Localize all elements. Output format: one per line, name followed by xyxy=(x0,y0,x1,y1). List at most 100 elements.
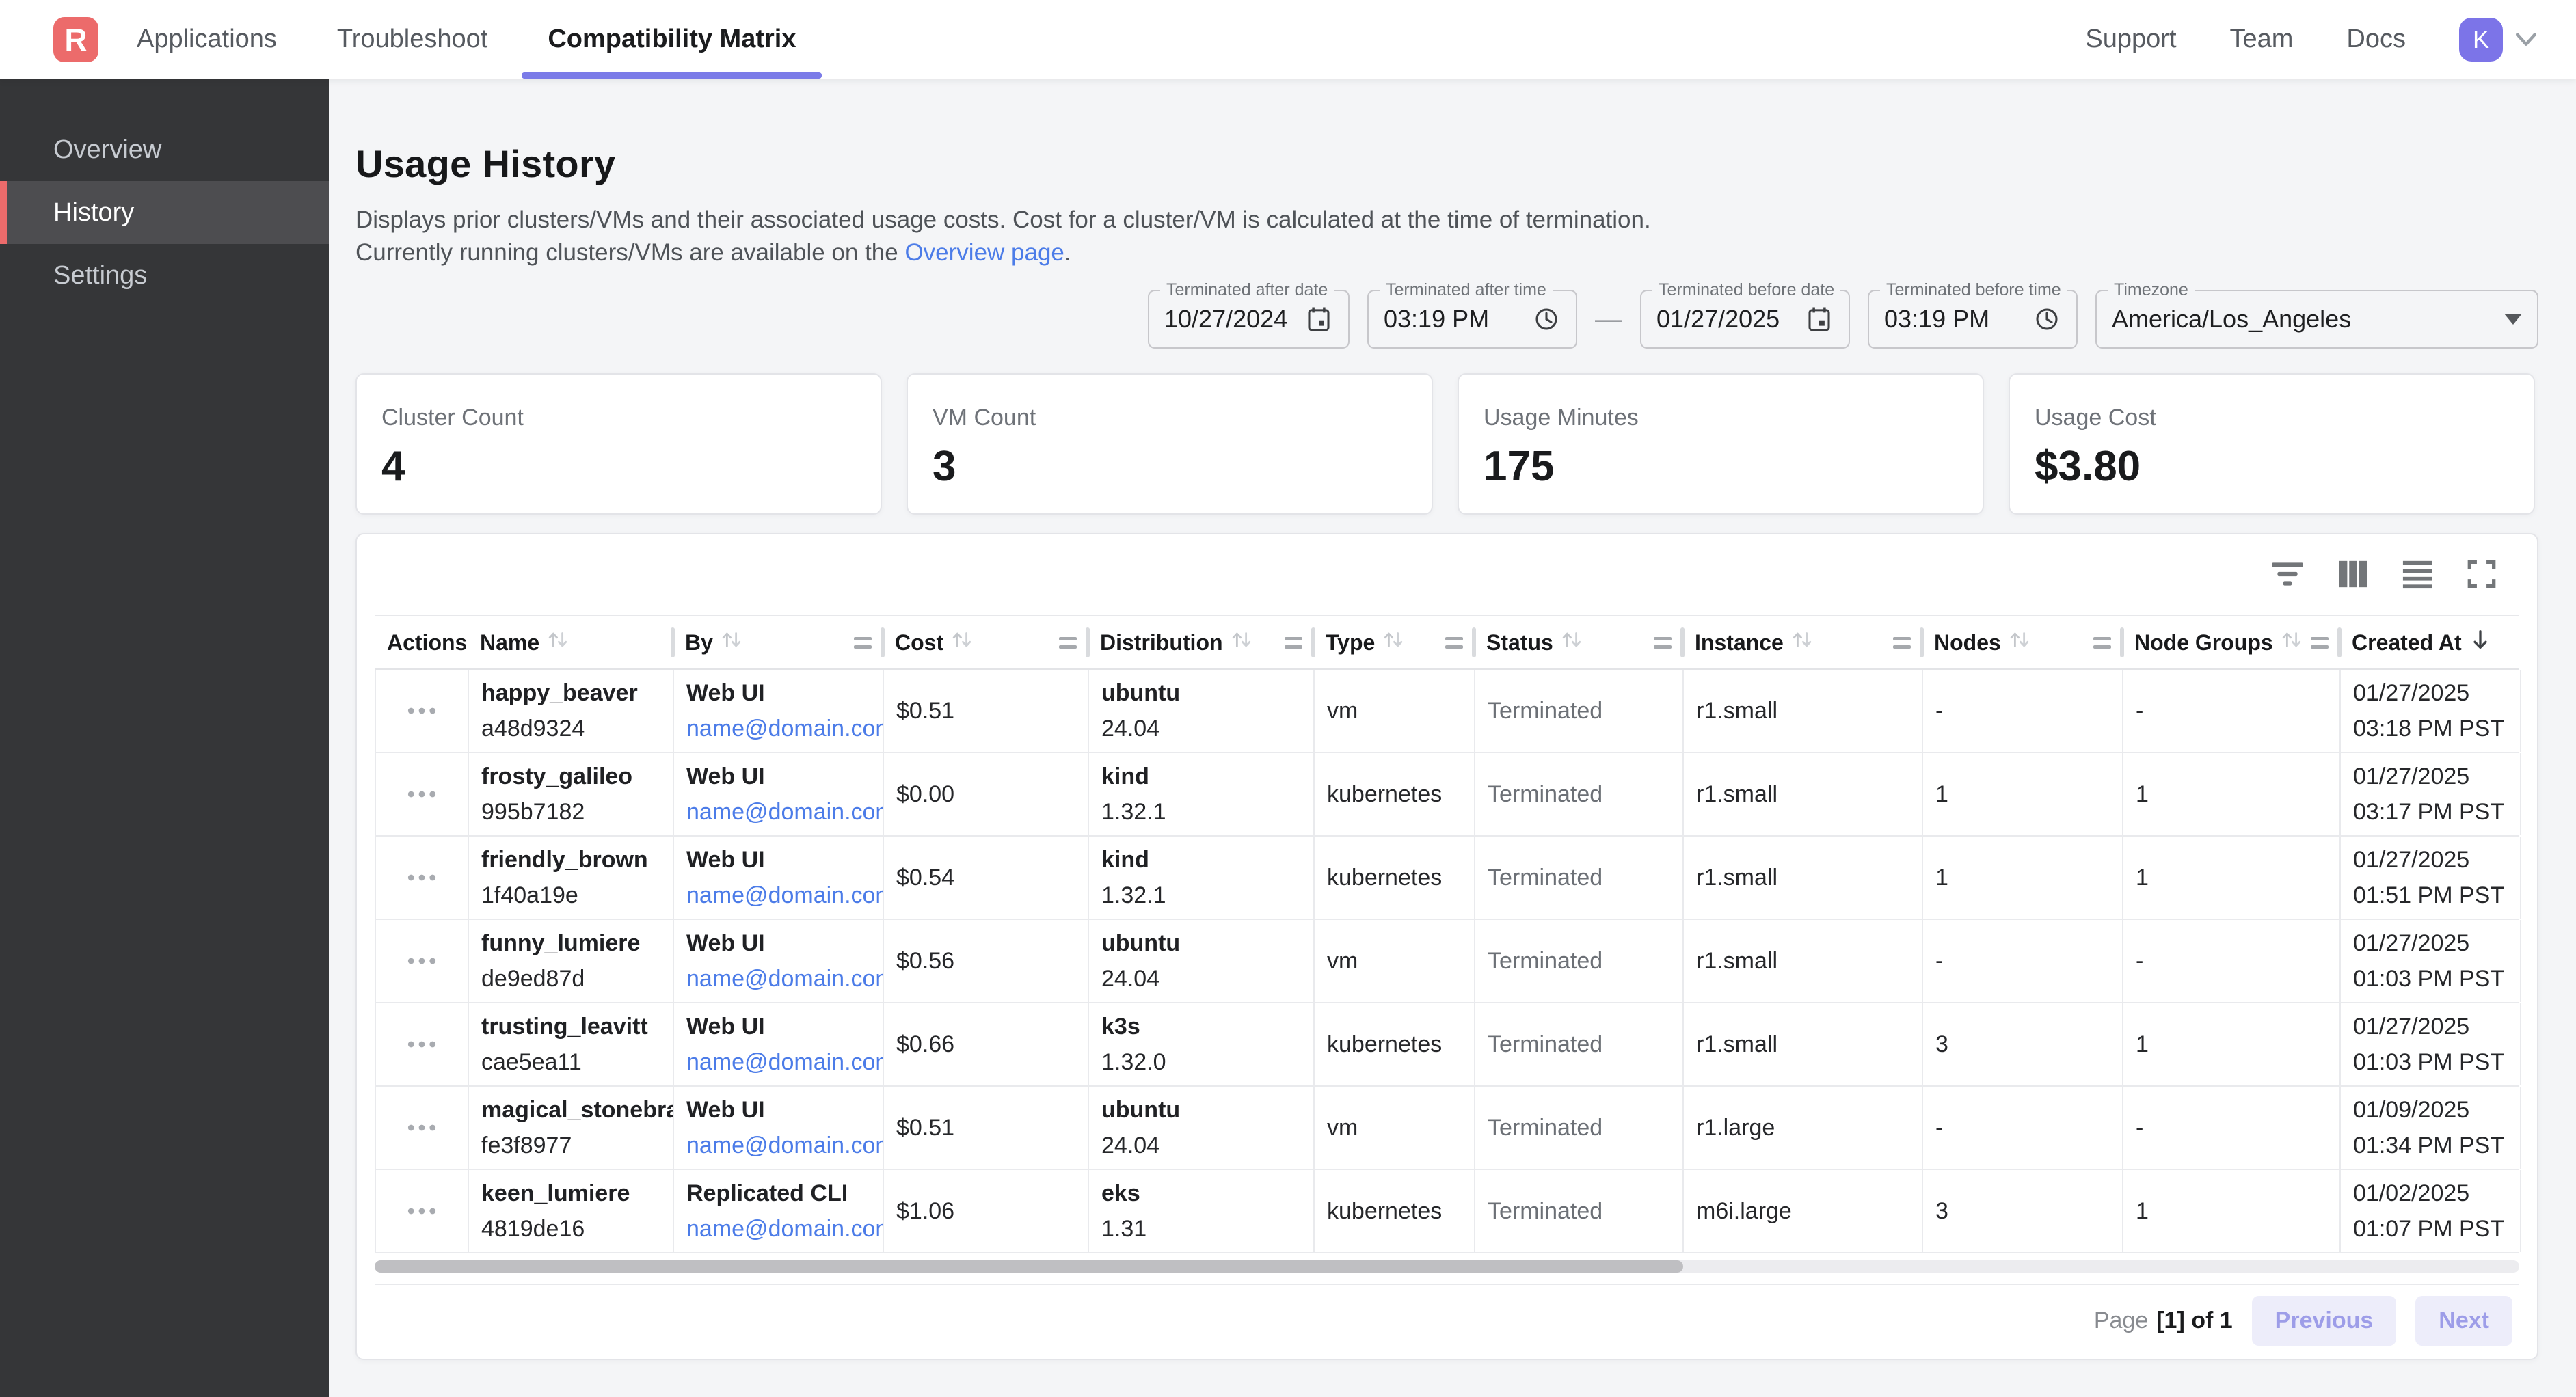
column-header-nodes[interactable]: Nodes xyxy=(1922,616,2122,668)
nav-link-docs[interactable]: Docs xyxy=(2346,25,2406,54)
cell-type: kubernetes xyxy=(1315,837,1475,919)
email-link[interactable]: name@domain.com xyxy=(686,1216,883,1243)
scrollbar-thumb[interactable] xyxy=(375,1260,1683,1273)
row-actions-button[interactable] xyxy=(407,707,436,715)
cell-nodes: - xyxy=(1923,670,2123,752)
terminated-before-time-field[interactable]: Terminated before time03:19 PM xyxy=(1868,290,2078,349)
cell-actions xyxy=(376,1087,469,1169)
dropdown-icon[interactable] xyxy=(2504,314,2522,325)
replicated-logo[interactable]: R xyxy=(53,17,98,62)
column-header-name[interactable]: Name xyxy=(468,616,673,668)
column-header-instance[interactable]: Instance xyxy=(1682,616,1922,668)
column-menu-icon[interactable] xyxy=(854,637,872,649)
column-header-by[interactable]: By xyxy=(673,616,883,668)
cell-distribution: k3s1.32.0 xyxy=(1089,1003,1315,1085)
avatar[interactable]: K xyxy=(2459,18,2503,62)
sidebar-item-history[interactable]: History xyxy=(0,181,329,244)
terminated-after-time-field[interactable]: Terminated after time03:19 PM xyxy=(1367,290,1577,349)
nav-tab-troubleshoot[interactable]: Troubleshoot xyxy=(307,0,518,79)
field-value: 03:19 PM xyxy=(1384,305,1489,334)
distribution-name: ubuntu xyxy=(1101,930,1313,957)
calendar-icon[interactable] xyxy=(1304,305,1333,334)
stat-label: VM Count xyxy=(933,405,1407,431)
field-label: Terminated before time xyxy=(1880,280,2067,300)
nav-link-support[interactable]: Support xyxy=(2085,25,2176,54)
fullscreen-button[interactable] xyxy=(2450,558,2514,592)
cell-nodes: - xyxy=(1923,920,2123,1002)
chevron-down-icon[interactable] xyxy=(2514,31,2538,49)
terminated-before-date-field[interactable]: Terminated before date01/27/2025 xyxy=(1640,290,1850,349)
column-menu-icon[interactable] xyxy=(2311,637,2329,649)
row-actions-button[interactable] xyxy=(407,1207,436,1215)
status-badge: Terminated xyxy=(1488,781,1682,808)
column-label: Cost xyxy=(895,630,943,655)
email-link[interactable]: name@domain.com xyxy=(686,1132,883,1159)
timezone-field[interactable]: TimezoneAmerica/Los_Angeles xyxy=(2095,290,2538,349)
column-header-status[interactable]: Status xyxy=(1474,616,1682,668)
previous-button[interactable]: Previous xyxy=(2252,1296,2397,1346)
cell-created-at: 01/09/202501:34 PM PST xyxy=(2341,1087,2521,1169)
email-link[interactable]: name@domain.com xyxy=(686,1049,883,1076)
columns-button[interactable] xyxy=(2321,558,2385,592)
sort-icon xyxy=(2280,628,2303,657)
nav-tab-applications[interactable]: Applications xyxy=(107,0,307,79)
email-link[interactable]: name@domain.com xyxy=(686,799,883,826)
table-footer: Page [1] of 1 Previous Next xyxy=(375,1285,2519,1356)
clock-icon[interactable] xyxy=(2032,305,2061,334)
row-actions-button[interactable] xyxy=(407,957,436,965)
account-menu[interactable]: K xyxy=(2459,18,2538,62)
row-actions-button[interactable] xyxy=(407,873,436,882)
row-actions-button[interactable] xyxy=(407,1040,436,1048)
next-button[interactable]: Next xyxy=(2415,1296,2512,1346)
row-actions-button[interactable] xyxy=(407,790,436,798)
column-label: Status xyxy=(1486,630,1553,655)
row-actions-button[interactable] xyxy=(407,1124,436,1132)
primary-tabs: ApplicationsTroubleshootCompatibility Ma… xyxy=(107,0,826,79)
status-badge: Terminated xyxy=(1488,1115,1682,1141)
top-nav: R ApplicationsTroubleshootCompatibility … xyxy=(0,0,2576,79)
cell-distribution: ubuntu24.04 xyxy=(1089,670,1315,752)
column-menu-icon[interactable] xyxy=(1654,637,1672,649)
filter-button[interactable] xyxy=(2254,558,2321,592)
column-menu-icon[interactable] xyxy=(1285,637,1302,649)
nav-link-team[interactable]: Team xyxy=(2230,25,2294,54)
column-menu-icon[interactable] xyxy=(1445,637,1463,649)
calendar-icon[interactable] xyxy=(1805,305,1834,334)
clock-icon[interactable] xyxy=(1532,305,1561,334)
node-groups-count: - xyxy=(2136,698,2339,724)
cost-value: $1.06 xyxy=(896,1198,1088,1225)
cell-instance: r1.small xyxy=(1684,1003,1923,1085)
cell-nodes: 3 xyxy=(1923,1170,2123,1252)
usage-table-card: ActionsNameByCostDistributionTypeStatusI… xyxy=(355,533,2538,1360)
email-link[interactable]: name@domain.com xyxy=(686,966,883,992)
main-content: Usage History Displays prior clusters/VM… xyxy=(329,79,2576,1397)
column-header-type[interactable]: Type xyxy=(1313,616,1474,668)
column-header-distribution[interactable]: Distribution xyxy=(1088,616,1313,668)
density-button[interactable] xyxy=(2385,558,2450,592)
sidebar-item-settings[interactable]: Settings xyxy=(0,244,329,307)
cell-nodes: 1 xyxy=(1923,837,2123,919)
cell-by: Web UI name@domain.com xyxy=(674,753,884,835)
email-link[interactable]: name@domain.com xyxy=(686,716,883,742)
cell-type: vm xyxy=(1315,1087,1475,1169)
column-header-cost[interactable]: Cost xyxy=(883,616,1088,668)
cell-by: Web UIname@domain.com xyxy=(674,1087,884,1169)
column-menu-icon[interactable] xyxy=(1893,637,1911,649)
nodes-count: - xyxy=(1935,1115,2122,1141)
overview-page-link[interactable]: Overview page xyxy=(904,239,1064,266)
email-link[interactable]: name@domain.com xyxy=(686,882,883,909)
nav-tab-compatibility-matrix[interactable]: Compatibility Matrix xyxy=(518,0,826,79)
created-by-source: Web UI xyxy=(686,763,883,790)
sidebar-item-overview[interactable]: Overview xyxy=(0,118,329,181)
sort-icon xyxy=(1382,628,1405,657)
column-header-node-groups[interactable]: Node Groups xyxy=(2122,616,2339,668)
cell-actions xyxy=(376,670,469,752)
terminated-after-date-field[interactable]: Terminated after date10/27/2024 xyxy=(1148,290,1350,349)
created-date: 01/27/2025 xyxy=(2353,930,2520,957)
instance-type: r1.small xyxy=(1696,1031,1922,1058)
cell-node-groups: - xyxy=(2123,1087,2341,1169)
column-menu-icon[interactable] xyxy=(2093,637,2111,649)
column-menu-icon[interactable] xyxy=(1059,637,1077,649)
column-header-created-at[interactable]: Created At xyxy=(2339,616,2520,668)
cell-distribution: kind1.32.1 xyxy=(1089,753,1315,835)
